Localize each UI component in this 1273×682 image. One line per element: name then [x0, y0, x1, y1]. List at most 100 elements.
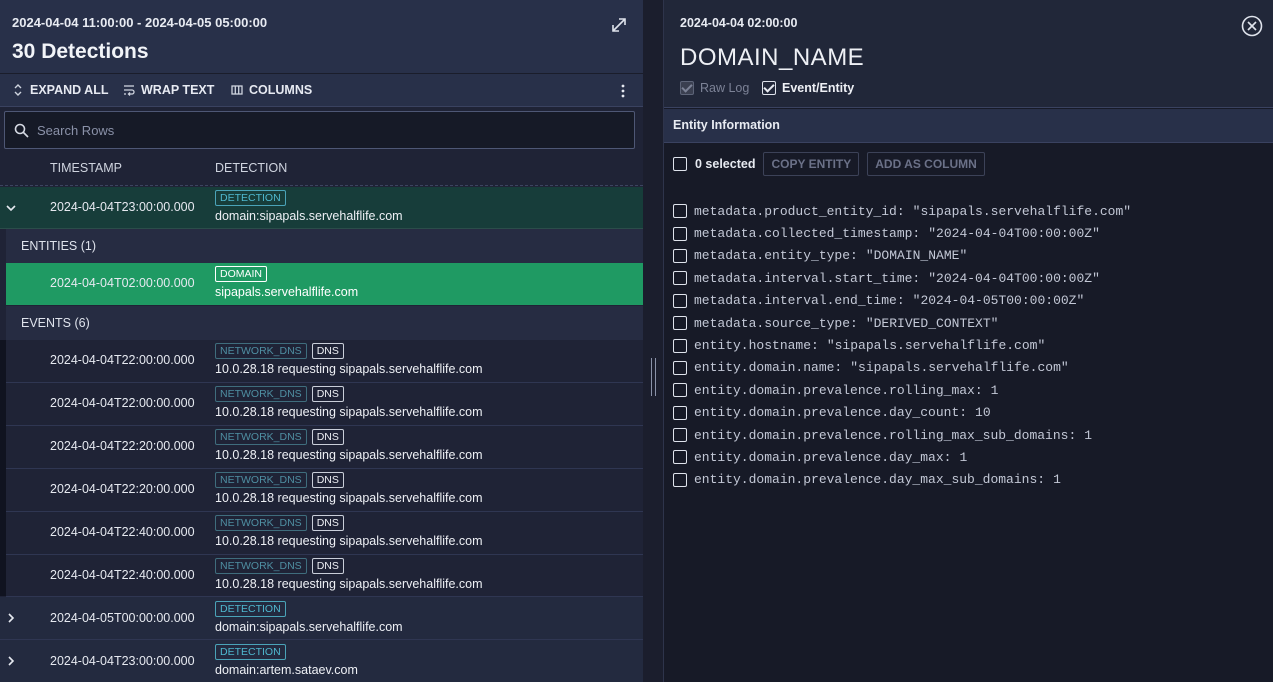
row-detection-text: domain:sipapals.servehalflife.com — [215, 209, 403, 223]
kebab-menu-icon[interactable] — [618, 82, 628, 100]
checkbox-icon — [680, 81, 694, 95]
field-checkbox[interactable] — [673, 271, 687, 286]
column-header-detection[interactable]: DETECTION — [215, 161, 287, 175]
raw-log-label: Raw Log — [700, 81, 750, 95]
event-row[interactable]: 2024-04-04T22:20:00.000 NETWORK_DNS DNS 1… — [6, 469, 643, 512]
field-checkbox[interactable] — [673, 226, 687, 241]
field-checkbox[interactable] — [673, 383, 687, 398]
detection-tag: DETECTION — [215, 644, 286, 660]
event-entity-label: Event/Entity — [782, 81, 855, 95]
event-row[interactable]: 2024-04-04T22:00:00.000 NETWORK_DNS DNS 1… — [6, 340, 643, 383]
event-timestamp: 2024-04-04T22:20:00.000 — [50, 482, 195, 496]
row-timestamp: 2024-04-05T00:00:00.000 — [50, 611, 195, 625]
entities-section-header[interactable]: ENTITIES (1) — [6, 229, 643, 263]
columns-button[interactable]: COLUMNS — [231, 83, 312, 97]
chevron-down-icon[interactable] — [5, 202, 17, 214]
time-range: 2024-04-04 11:00:00 - 2024-04-05 05:00:0… — [12, 15, 268, 30]
field-row: metadata.interval.start_time: "2024-04-04… — [673, 267, 1131, 289]
entity-detail-pane: 2024-04-04 02:00:00 DOMAIN_NAME Raw Log … — [663, 0, 1273, 682]
field-key: entity.domain.prevalence.rolling_max: — [694, 382, 983, 398]
entity-row-selected[interactable]: 2024-04-04T02:00:00.000 DOMAIN sipapals.… — [6, 263, 643, 305]
detections-header: 2024-04-04 11:00:00 - 2024-04-05 05:00:0… — [0, 0, 643, 73]
row-detection-text: domain:artem.sataev.com — [215, 663, 358, 677]
event-timestamp: 2024-04-04T22:20:00.000 — [50, 439, 195, 453]
event-text: 10.0.28.18 requesting sipapals.servehalf… — [215, 405, 483, 419]
column-header-timestamp[interactable]: TIMESTAMP — [50, 161, 122, 175]
entity-text: sipapals.servehalflife.com — [215, 285, 359, 299]
event-text: 10.0.28.18 requesting sipapals.servehalf… — [215, 534, 483, 548]
dns-tag: DNS — [311, 515, 344, 531]
table-row[interactable]: 2024-04-04T23:00:00.000 DETECTION domain… — [0, 640, 643, 682]
expand-diagonal-icon[interactable] — [610, 16, 628, 34]
dns-tag: DNS — [311, 386, 344, 402]
field-checkbox[interactable] — [673, 360, 687, 375]
field-value: "DOMAIN_NAME" — [865, 248, 968, 264]
pane-resize-handle[interactable] — [651, 358, 656, 396]
chevron-updown-icon — [12, 84, 24, 96]
event-entity-checkbox[interactable]: Event/Entity — [762, 81, 854, 95]
expand-all-button[interactable]: EXPAND ALL — [12, 83, 108, 97]
close-circle-icon[interactable] — [1241, 15, 1263, 37]
raw-log-checkbox[interactable]: Raw Log — [680, 81, 749, 95]
field-key: entity.domain.prevalence.day_max_sub_dom… — [694, 472, 1046, 488]
event-timestamp: 2024-04-04T22:40:00.000 — [50, 568, 195, 582]
dns-tag: DNS — [311, 429, 344, 445]
event-row[interactable]: 2024-04-04T22:40:00.000 NETWORK_DNS DNS 1… — [6, 512, 643, 555]
field-key: entity.domain.prevalence.day_count: — [694, 405, 968, 421]
row-timestamp: 2024-04-04T23:00:00.000 — [50, 200, 195, 214]
copy-entity-button[interactable]: COPY ENTITY — [763, 152, 860, 176]
field-key: metadata.interval.start_time: — [694, 270, 921, 286]
select-all-checkbox[interactable] — [673, 157, 687, 171]
event-timestamp: 2024-04-04T22:40:00.000 — [50, 525, 195, 539]
detection-tag: DETECTION — [215, 190, 286, 206]
detections-pane: 2024-04-04 11:00:00 - 2024-04-05 05:00:0… — [0, 0, 643, 682]
detail-timestamp: 2024-04-04 02:00:00 — [680, 16, 798, 30]
table-row[interactable]: 2024-04-05T00:00:00.000 DETECTION domain… — [0, 597, 643, 640]
wrap-text-label: WRAP TEXT — [141, 83, 215, 97]
add-as-column-button[interactable]: ADD AS COLUMN — [867, 152, 985, 176]
field-value: "sipapals.servehalflife.com" — [826, 338, 1046, 354]
field-key: metadata.product_entity_id: — [694, 203, 905, 219]
events-section-header[interactable]: EVENTS (6) — [6, 306, 643, 340]
field-row: entity.domain.prevalence.rolling_max: 1 — [673, 379, 1131, 401]
network-dns-tag: NETWORK_DNS — [215, 472, 307, 488]
field-value: 10 — [975, 405, 991, 421]
event-text: 10.0.28.18 requesting sipapals.servehalf… — [215, 577, 483, 591]
chevron-right-icon[interactable] — [5, 612, 17, 624]
field-value: "2024-04-04T00:00:00Z" — [928, 270, 1100, 286]
field-checkbox[interactable] — [673, 293, 687, 308]
event-timestamp: 2024-04-04T22:00:00.000 — [50, 396, 195, 410]
event-row[interactable]: 2024-04-04T22:00:00.000 NETWORK_DNS DNS 1… — [6, 383, 643, 426]
field-row: metadata.product_entity_id: "sipapals.ser… — [673, 200, 1131, 222]
field-checkbox[interactable] — [673, 472, 687, 487]
entities-label: ENTITIES (1) — [21, 239, 97, 253]
field-checkbox[interactable] — [673, 405, 687, 420]
field-row: entity.domain.prevalence.day_count: 10 — [673, 402, 1131, 424]
table-row[interactable]: 2024-04-04T23:00:00.000 DETECTION domain… — [0, 187, 643, 229]
entity-fields-list: metadata.product_entity_id: "sipapals.ser… — [673, 200, 1131, 491]
network-dns-tag: NETWORK_DNS — [215, 343, 307, 359]
event-text: 10.0.28.18 requesting sipapals.servehalf… — [215, 491, 483, 505]
field-value: "2024-04-04T00:00:00Z" — [928, 226, 1100, 242]
search-input[interactable] — [37, 120, 617, 140]
field-checkbox[interactable] — [673, 450, 687, 465]
field-key: entity.domain.prevalence.rolling_max_sub… — [694, 427, 1077, 443]
field-checkbox[interactable] — [673, 248, 687, 263]
event-row[interactable]: 2024-04-04T22:20:00.000 NETWORK_DNS DNS 1… — [6, 426, 643, 469]
domain-tag: DOMAIN — [215, 266, 267, 282]
row-timestamp: 2024-04-04T23:00:00.000 — [50, 654, 195, 668]
field-row: entity.hostname: "sipapals.servehalflife.… — [673, 334, 1131, 356]
field-checkbox[interactable] — [673, 316, 687, 331]
field-checkbox[interactable] — [673, 204, 687, 219]
wrap-text-button[interactable]: WRAP TEXT — [123, 83, 214, 97]
grid-toolbar: EXPAND ALL WRAP TEXT COLUMNS — [0, 73, 643, 107]
entity-timestamp: 2024-04-04T02:00:00.000 — [50, 276, 195, 290]
event-row[interactable]: 2024-04-04T22:40:00.000 NETWORK_DNS DNS 1… — [6, 555, 643, 597]
field-key: metadata.entity_type: — [694, 248, 858, 264]
column-headers: TIMESTAMP DETECTION — [0, 152, 643, 186]
field-checkbox[interactable] — [673, 338, 687, 353]
field-checkbox[interactable] — [673, 428, 687, 443]
field-value: 1 — [990, 382, 999, 398]
columns-icon — [231, 84, 243, 96]
chevron-right-icon[interactable] — [5, 655, 17, 667]
